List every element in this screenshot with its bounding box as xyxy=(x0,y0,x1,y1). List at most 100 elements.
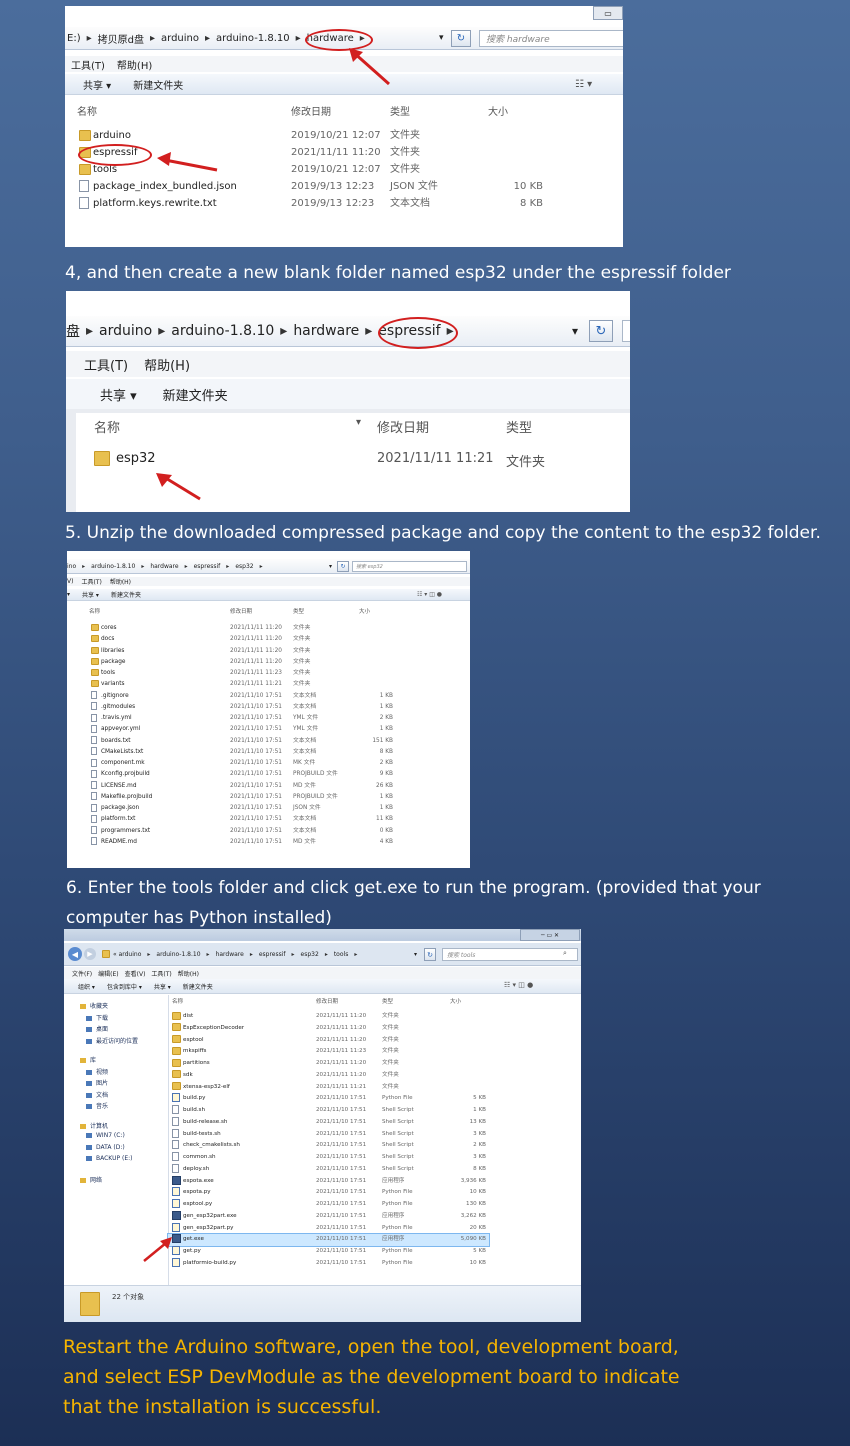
list-item[interactable]: tools 2021/11/11 11:23 文件夹 xyxy=(67,668,470,679)
column-header[interactable]: 名称 修改日期 类型 大小 xyxy=(67,607,470,616)
menu-item[interactable]: 工具(T) xyxy=(84,355,128,374)
column-name[interactable]: 名称 xyxy=(94,417,120,436)
list-item[interactable]: platform.txt 2021/11/10 17:51 文本文档 11 KB xyxy=(67,814,470,825)
list-item[interactable]: LICENSE.md 2021/11/10 17:51 MD 文件 26 KB xyxy=(67,781,470,792)
list-item[interactable]: Kconfig.projbuild 2021/11/10 17:51 PROJBUI… xyxy=(67,769,470,780)
list-item[interactable]: programmers.txt 2021/11/10 17:51 文本文档 0 KB xyxy=(67,826,470,837)
menu-item[interactable]: 新建文件夹 xyxy=(111,590,141,599)
list-item[interactable]: cores 2021/11/11 11:20 文件夹 xyxy=(67,623,470,634)
breadcrumb-item[interactable]: arduino xyxy=(161,33,199,44)
breadcrumb-item[interactable]: arduino xyxy=(99,323,152,339)
address-bar[interactable]: ◀ ▶ « arduino ▸ arduino-1.8.10 ▸ hardware ▸ es… xyxy=(64,943,581,966)
list-item[interactable]: README.md 2021/11/10 17:51 MD 文件 4 KB xyxy=(67,837,470,848)
list-item[interactable]: gen_esp32part.exe 2021/11/10 17:51 应用程序 3,2… xyxy=(64,1210,581,1223)
list-item[interactable]: espota.py 2021/11/10 17:51 Python File 10 K… xyxy=(64,1187,581,1199)
search-input[interactable]: 搜索 esp32 xyxy=(352,561,467,572)
chevron-right-icon[interactable]: ▸ xyxy=(86,323,93,339)
menu-item[interactable]: 组织 ▾ xyxy=(78,982,95,991)
list-item[interactable]: docs 2021/11/11 11:20 文件夹 xyxy=(67,634,470,645)
menu-item[interactable]: 帮助(H) xyxy=(110,577,131,586)
menu-item[interactable]: 共享 ▾ xyxy=(83,77,111,92)
refresh-button[interactable]: ↻ xyxy=(451,30,471,47)
menu-item[interactable]: 工具(T) xyxy=(151,969,171,978)
menu-item[interactable]: ▾ xyxy=(67,591,70,598)
column-header[interactable]: 名称 修改日期 类型 大小 xyxy=(65,103,623,121)
search-input[interactable] xyxy=(622,320,630,342)
breadcrumb-item[interactable]: hardware xyxy=(293,323,359,339)
breadcrumb-item[interactable]: 拷贝原d盘 xyxy=(98,31,144,46)
search-input[interactable]: 搜索 hardware xyxy=(479,30,623,47)
list-item[interactable]: esptool 2021/11/11 11:20 文件夹 xyxy=(64,1035,581,1047)
breadcrumb-item[interactable]: arduino-1.8.10 xyxy=(156,951,200,958)
menu-item[interactable]: 包含到库中 ▾ xyxy=(107,982,142,991)
chevron-right-icon[interactable]: ▸ xyxy=(354,951,357,958)
breadcrumb-item[interactable]: ino xyxy=(67,563,76,570)
column-name[interactable]: 名称 xyxy=(89,607,100,615)
column-date[interactable]: 修改日期 xyxy=(230,607,252,615)
breadcrumb-item[interactable]: hardware xyxy=(216,951,244,958)
column-type[interactable]: 类型 xyxy=(506,417,532,436)
chevron-right-icon[interactable]: ▸ xyxy=(325,951,328,958)
refresh-button[interactable]: ↻ xyxy=(589,320,613,342)
column-size[interactable]: 大小 xyxy=(488,103,508,118)
column-header[interactable]: 名称 修改日期 类型 大小 xyxy=(64,997,581,1007)
list-item[interactable]: boards.txt 2021/11/10 17:51 文本文档 151 KB xyxy=(67,736,470,747)
menu-item[interactable]: 工具(T) xyxy=(71,57,105,72)
column-size[interactable]: 大小 xyxy=(359,607,370,615)
list-item[interactable]: CMakeLists.txt 2021/11/10 17:51 文本文档 8 KB xyxy=(67,747,470,758)
list-item[interactable]: EspExceptionDecoder 2021/11/11 11:20 文件夹 xyxy=(64,1023,581,1035)
column-size[interactable]: 大小 xyxy=(450,997,461,1005)
refresh-button[interactable]: ↻ xyxy=(424,948,436,961)
breadcrumb-item[interactable]: arduino-1.8.10 xyxy=(171,323,274,339)
chevron-right-icon[interactable]: ▸ xyxy=(207,951,210,958)
list-item[interactable]: platform.keys.rewrite.txt 2019/9/13 12:23… xyxy=(65,195,623,212)
list-item[interactable]: Makefile.projbuild 2021/11/10 17:51 PROJBU… xyxy=(67,792,470,803)
breadcrumb-item[interactable]: E:) xyxy=(67,33,81,44)
menu-item[interactable]: V) xyxy=(67,578,73,585)
dropdown-arrow-icon[interactable]: ▾ xyxy=(414,951,417,958)
column-type[interactable]: 类型 xyxy=(293,607,304,615)
column-name[interactable]: 名称 xyxy=(172,997,183,1005)
breadcrumb-item[interactable]: espressif xyxy=(259,951,286,958)
dropdown-arrow-icon[interactable]: ▾ xyxy=(572,324,578,338)
view-options-icon[interactable]: ☷ ▾ ◫ ● xyxy=(417,591,442,598)
list-item[interactable]: arduino 2019/10/21 12:07 文件夹 xyxy=(65,127,623,144)
list-item[interactable]: build.sh 2021/11/10 17:51 Shell Script 1 KB xyxy=(64,1105,581,1117)
list-item[interactable]: variants 2021/11/11 11:21 文件夹 xyxy=(67,679,470,690)
list-item[interactable]: check_cmakelists.sh 2021/11/10 17:51 Shell… xyxy=(64,1140,581,1152)
column-date[interactable]: 修改日期 xyxy=(377,417,429,436)
chevron-right-icon[interactable]: ▸ xyxy=(260,563,263,570)
chevron-right-icon[interactable]: ▸ xyxy=(150,33,155,44)
list-item[interactable]: common.sh 2021/11/10 17:51 Shell Script 3 K… xyxy=(64,1152,581,1164)
breadcrumb-item[interactable]: tools xyxy=(334,951,349,958)
chevron-right-icon[interactable]: ▸ xyxy=(185,563,188,570)
menu-item[interactable]: 工具(T) xyxy=(81,577,101,586)
forward-button[interactable]: ▶ xyxy=(84,948,96,960)
list-item[interactable]: xtensa-esp32-elf 2021/11/11 11:21 文件夹 xyxy=(64,1082,581,1094)
refresh-button[interactable]: ↻ xyxy=(337,561,349,572)
list-item[interactable]: tools 2019/10/21 12:07 文件夹 xyxy=(65,161,623,178)
list-item[interactable]: partitions 2021/11/11 11:20 文件夹 xyxy=(64,1058,581,1070)
list-item[interactable]: package.json 2021/11/10 17:51 JSON 文件 1 KB xyxy=(67,803,470,814)
breadcrumb-item[interactable]: arduino-1.8.10 xyxy=(216,33,290,44)
list-item[interactable]: package_index_bundled.json 2019/9/13 12:2… xyxy=(65,178,623,195)
breadcrumb-item[interactable]: esp32 xyxy=(235,563,253,570)
list-item[interactable]: appveyor.yml 2021/11/10 17:51 YML 文件 1 KB xyxy=(67,724,470,735)
list-item[interactable]: sdk 2021/11/11 11:20 文件夹 xyxy=(64,1070,581,1082)
list-item[interactable]: build.py 2021/11/10 17:51 Python File 5 KB xyxy=(64,1093,581,1105)
back-button[interactable]: ◀ xyxy=(68,947,82,961)
address-bar[interactable]: 盘 ▸ arduino ▸ arduino-1.8.10 ▸ hardware ▸ espres… xyxy=(66,316,630,347)
address-bar[interactable]: ino ▸ arduino-1.8.10 ▸ hardware ▸ espressif ▸ es… xyxy=(67,559,470,574)
breadcrumb-item[interactable]: espressif xyxy=(194,563,221,570)
menu-item[interactable]: 查看(V) xyxy=(125,969,146,978)
view-options-icon[interactable]: ☷ ▾ ◫ ● xyxy=(504,981,533,989)
list-item[interactable]: libraries 2021/11/11 11:20 文件夹 xyxy=(67,646,470,657)
dropdown-arrow-icon[interactable]: ▾ xyxy=(329,563,332,570)
chevron-right-icon[interactable]: ▸ xyxy=(158,323,165,339)
list-item[interactable]: deploy.sh 2021/11/10 17:51 Shell Script 8 K… xyxy=(64,1163,581,1176)
menu-item[interactable]: 帮助(H) xyxy=(178,969,199,978)
chevron-right-icon[interactable]: ▸ xyxy=(280,323,287,339)
dropdown-arrow-icon[interactable]: ▾ xyxy=(439,33,444,43)
list-item[interactable]: .travis.yml 2021/11/10 17:51 YML 文件 2 KB xyxy=(67,713,470,724)
chevron-right-icon[interactable]: ▸ xyxy=(296,33,301,44)
